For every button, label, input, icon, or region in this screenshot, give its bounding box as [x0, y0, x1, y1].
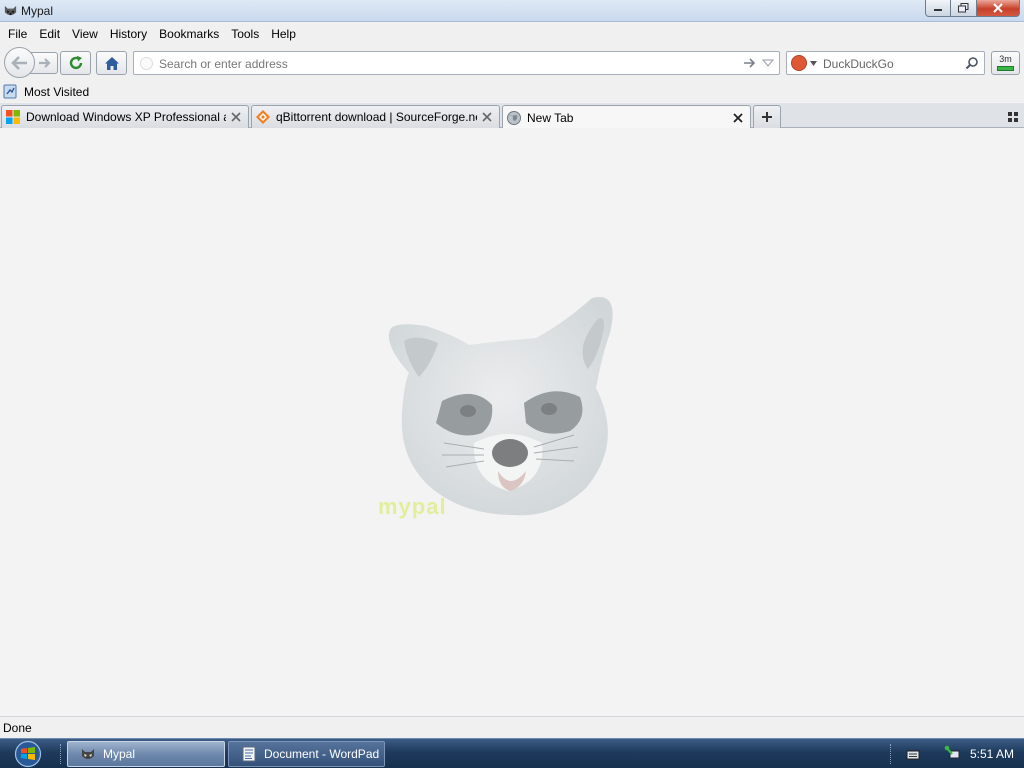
home-button[interactable] — [96, 51, 127, 75]
tab-new-tab[interactable]: New Tab — [502, 105, 751, 129]
tab-windows-xp[interactable]: Download Windows XP Professional a... — [1, 105, 249, 128]
menu-history[interactable]: History — [104, 23, 153, 45]
taskbar-grip — [60, 744, 63, 764]
search-icon[interactable] — [965, 56, 979, 70]
close-icon — [993, 3, 1003, 13]
bookmarks-folder-icon — [3, 84, 17, 99]
tray-grip — [890, 744, 893, 764]
addon-toolbar-button[interactable]: 3m — [991, 51, 1020, 75]
window-controls — [925, 0, 1020, 17]
duckduckgo-icon[interactable] — [791, 55, 807, 71]
reload-icon — [69, 55, 82, 70]
close-tab-icon[interactable] — [481, 111, 493, 123]
tab-label: Download Windows XP Professional a... — [26, 110, 226, 124]
navigation-toolbar: 3m — [0, 45, 1024, 80]
address-input[interactable] — [159, 55, 719, 72]
status-bar: Done — [0, 716, 1024, 738]
tab-label: New Tab — [527, 110, 574, 125]
globe-icon — [507, 110, 521, 125]
close-window-button[interactable] — [977, 0, 1020, 17]
network-icon[interactable] — [944, 745, 960, 761]
bookmark-label: Most Visited — [24, 84, 90, 99]
bookmark-most-visited[interactable]: Most Visited — [3, 83, 89, 100]
menu-file[interactable]: File — [2, 23, 33, 45]
go-arrow-icon[interactable] — [743, 56, 757, 70]
restore-icon — [958, 3, 969, 13]
address-bar[interactable] — [133, 51, 780, 75]
close-tab-icon[interactable] — [732, 112, 744, 124]
taskbar-button-label: Mypal — [103, 747, 136, 761]
minimize-button[interactable] — [925, 0, 951, 17]
bookmarks-toolbar: Most Visited — [0, 80, 1024, 102]
back-arrow-icon — [10, 55, 27, 70]
search-input[interactable] — [823, 55, 958, 72]
tab-qbittorrent[interactable]: qBittorrent download | SourceForge.net — [251, 105, 500, 128]
menu-tools[interactable]: Tools — [225, 23, 265, 45]
back-button[interactable] — [4, 47, 35, 78]
windows-logo-icon — [6, 110, 20, 124]
clock[interactable]: 5:51 AM — [970, 747, 1014, 761]
search-bar[interactable] — [786, 51, 985, 75]
taskbar-button-wordpad[interactable]: Document - WordPad — [228, 741, 385, 767]
site-identity-icon — [140, 57, 153, 70]
history-dropdown-icon[interactable] — [762, 58, 774, 68]
reload-button[interactable] — [60, 51, 91, 75]
menu-edit[interactable]: Edit — [33, 23, 66, 45]
new-tab-button[interactable] — [753, 105, 781, 128]
new-tab-page: mypal — [0, 128, 1024, 716]
plus-icon — [762, 112, 772, 122]
keyboard-icon[interactable] — [906, 748, 920, 760]
tab-strip: Download Windows XP Professional a... qB… — [0, 103, 1024, 129]
mypal-app-icon — [4, 5, 17, 16]
tab-groups-icon[interactable] — [1006, 110, 1020, 124]
taskbar-button-mypal[interactable]: Mypal — [67, 741, 225, 767]
raccoon-logo-icon — [388, 297, 613, 516]
sourceforge-icon — [256, 110, 270, 124]
taskbar-button-label: Document - WordPad — [264, 747, 380, 761]
menu-view[interactable]: View — [66, 23, 104, 45]
mascot-text: mypal — [378, 494, 447, 519]
home-icon — [104, 56, 119, 70]
wordpad-icon — [242, 746, 256, 762]
menu-help[interactable]: Help — [265, 23, 302, 45]
restore-button[interactable] — [951, 0, 977, 17]
mypal-icon — [82, 749, 94, 759]
chevron-down-icon[interactable] — [810, 61, 817, 66]
addon-bar-icon — [997, 66, 1014, 71]
window-title: Mypal — [21, 4, 54, 18]
addon-label: 3m — [999, 54, 1012, 64]
start-button[interactable] — [4, 740, 46, 768]
forward-arrow-icon — [39, 58, 51, 68]
close-tab-icon[interactable] — [230, 111, 242, 123]
menu-bar: File Edit View History Bookmarks Tools H… — [0, 23, 1024, 45]
tab-label: qBittorrent download | SourceForge.net — [276, 110, 477, 124]
menu-bookmarks[interactable]: Bookmarks — [153, 23, 225, 45]
title-bar: Mypal — [0, 0, 1024, 22]
taskbar: Mypal Document - WordPad 5:51 AM — [0, 738, 1024, 768]
status-text: Done — [3, 721, 32, 735]
minimize-icon — [934, 9, 942, 11]
